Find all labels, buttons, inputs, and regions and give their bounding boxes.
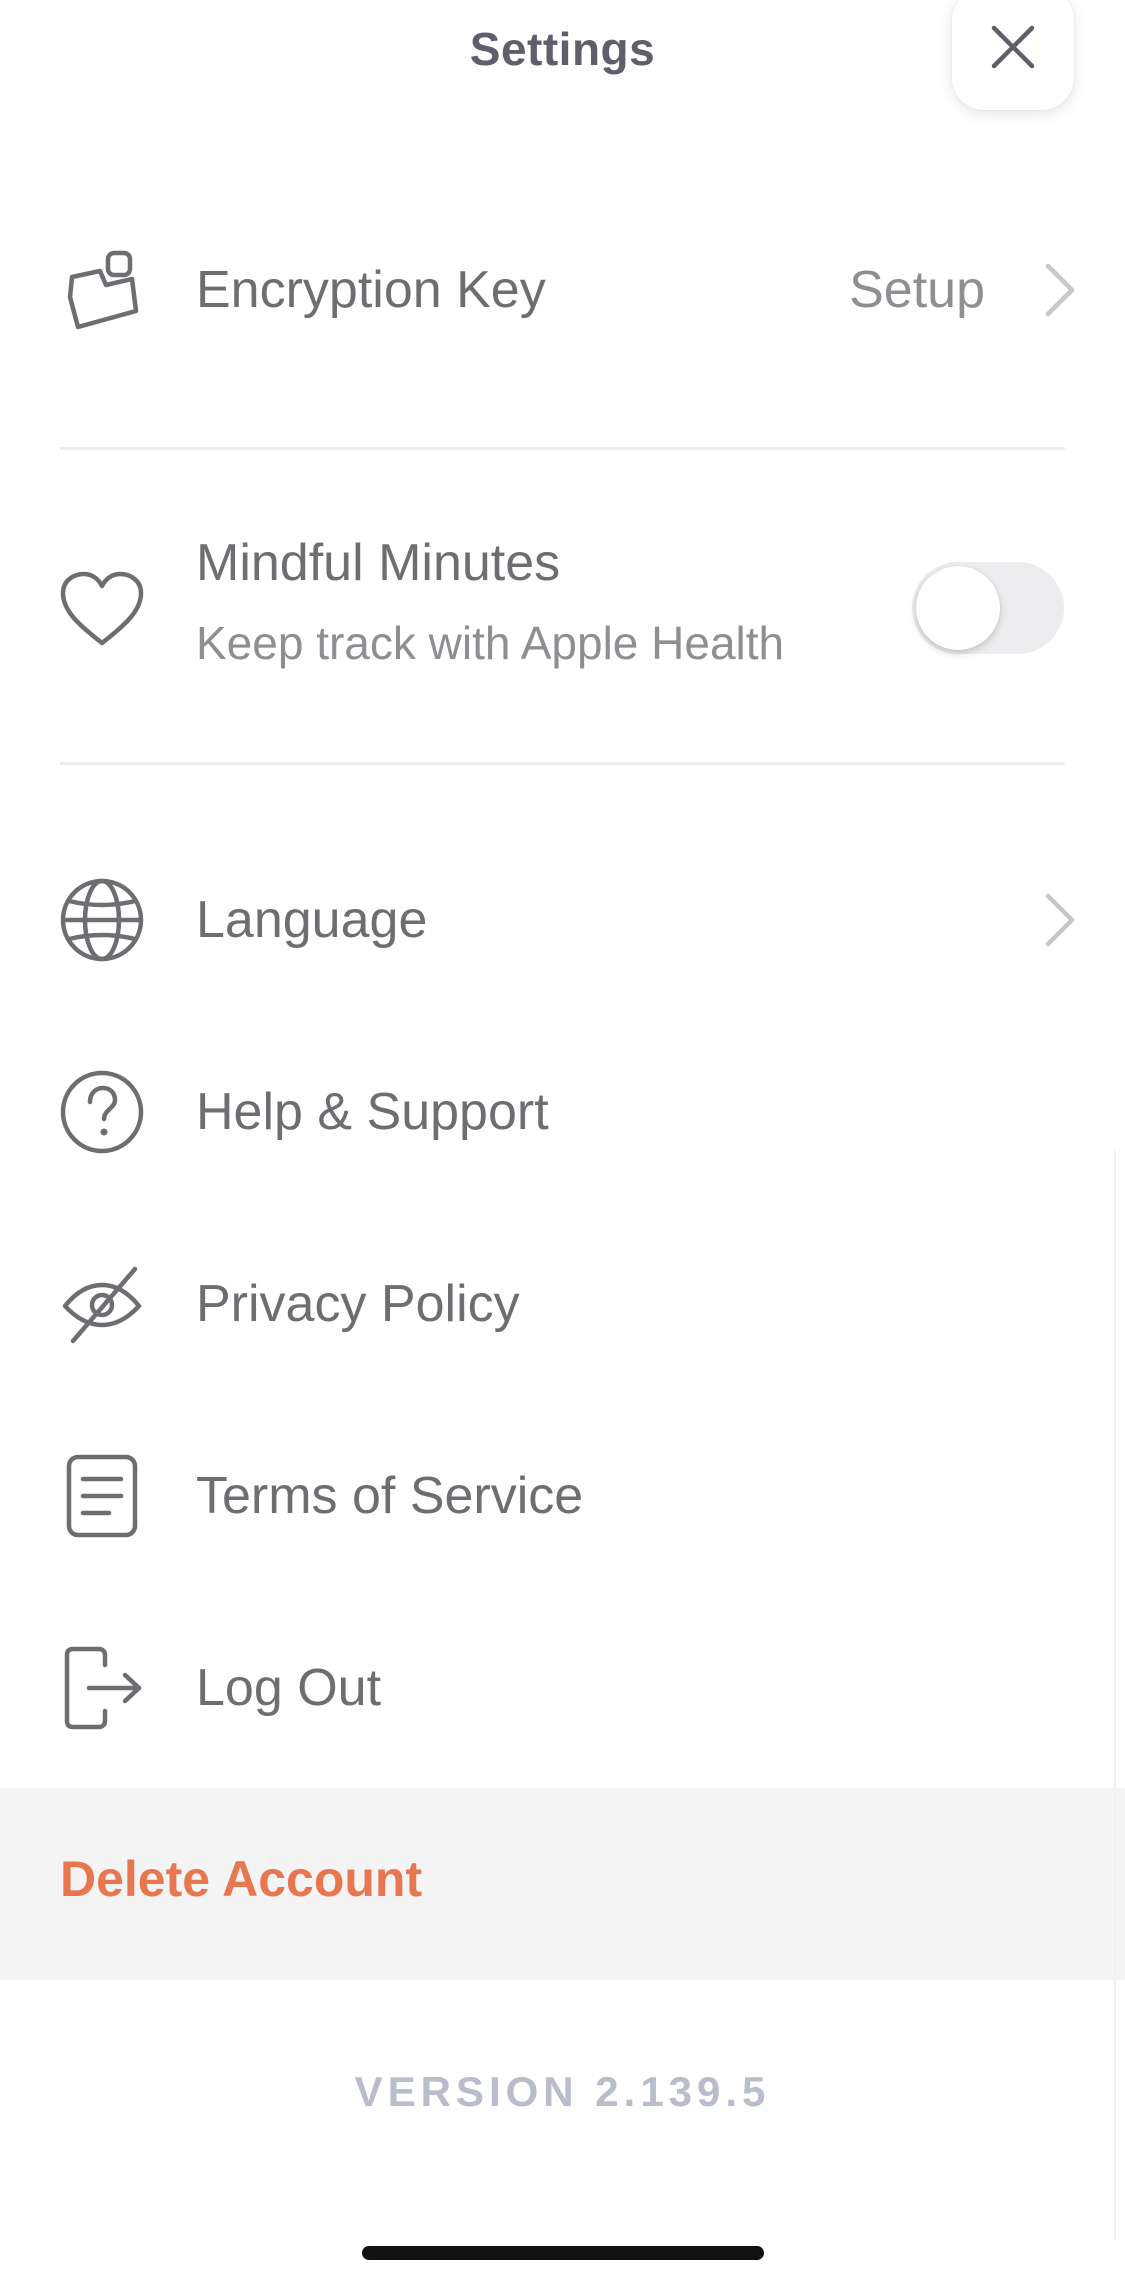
log-out-label: Log Out bbox=[196, 1659, 382, 1717]
divider bbox=[60, 447, 1065, 450]
settings-item-language[interactable]: Language bbox=[0, 860, 1125, 980]
home-indicator bbox=[362, 2246, 764, 2260]
heart-icon bbox=[58, 566, 146, 654]
eye-off-icon bbox=[58, 1260, 146, 1348]
globe-icon bbox=[58, 876, 146, 964]
divider bbox=[60, 762, 1065, 765]
document-icon bbox=[58, 1452, 146, 1540]
settings-item-privacy-policy[interactable]: Privacy Policy bbox=[0, 1244, 1125, 1364]
language-label: Language bbox=[196, 891, 428, 949]
mindful-minutes-label: Mindful Minutes bbox=[196, 534, 561, 592]
close-icon bbox=[990, 24, 1036, 75]
chevron-right-icon bbox=[1040, 890, 1080, 950]
delete-account-button[interactable]: Delete Account bbox=[0, 1788, 1125, 1980]
mindful-minutes-toggle[interactable] bbox=[912, 562, 1064, 654]
scrollbar-track bbox=[1114, 1150, 1116, 2240]
help-support-label: Help & Support bbox=[196, 1083, 549, 1141]
encryption-key-value: Setup bbox=[849, 261, 985, 319]
settings-item-encryption-key[interactable]: Encryption Key Setup bbox=[0, 230, 1125, 350]
toggle-knob bbox=[916, 566, 1000, 650]
chevron-right-icon bbox=[1040, 260, 1080, 320]
delete-account-label: Delete Account bbox=[60, 1851, 423, 1907]
settings-item-terms-of-service[interactable]: Terms of Service bbox=[0, 1436, 1125, 1556]
privacy-policy-label: Privacy Policy bbox=[196, 1275, 520, 1333]
version-label: VERSION 2.139.5 bbox=[354, 2068, 771, 2115]
settings-item-help-support[interactable]: Help & Support bbox=[0, 1052, 1125, 1172]
help-circle-icon bbox=[58, 1068, 146, 1156]
mindful-minutes-sublabel: Keep track with Apple Health bbox=[196, 617, 785, 669]
settings-item-mindful-minutes: Mindful Minutes Keep track with Apple He… bbox=[0, 520, 1125, 700]
settings-item-log-out[interactable]: Log Out bbox=[0, 1628, 1125, 1748]
terms-of-service-label: Terms of Service bbox=[196, 1467, 584, 1525]
encryption-key-label: Encryption Key bbox=[196, 261, 546, 319]
logout-icon bbox=[58, 1644, 146, 1732]
key-card-icon bbox=[58, 246, 146, 334]
close-button[interactable] bbox=[952, 0, 1074, 110]
